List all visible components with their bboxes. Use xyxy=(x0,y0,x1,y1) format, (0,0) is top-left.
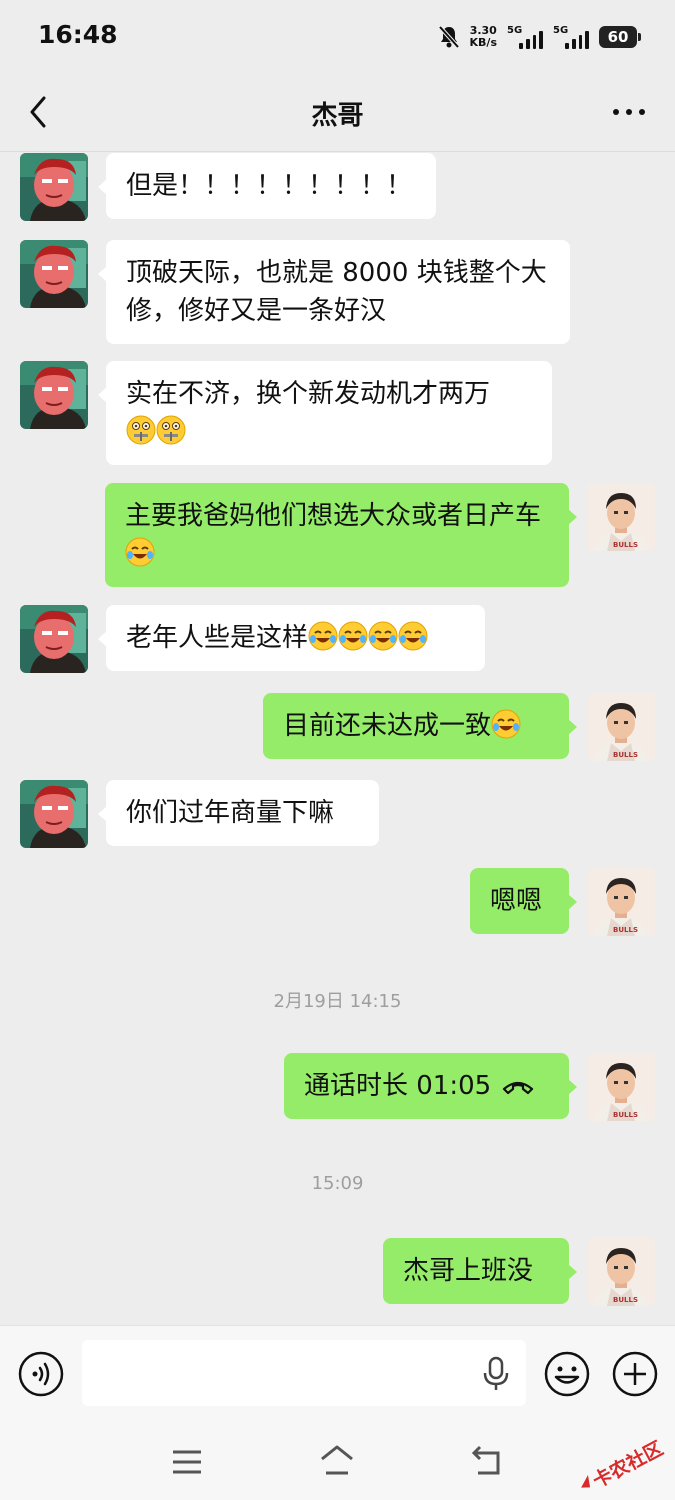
zipper-mouth-emoji-icon xyxy=(126,415,156,445)
avatar-self[interactable] xyxy=(587,1238,655,1306)
call-record-bubble[interactable]: 通话时长 01:05 xyxy=(284,1053,577,1119)
avatar-contact[interactable] xyxy=(20,240,88,308)
emoji-face-icon[interactable] xyxy=(543,1350,591,1398)
message-input[interactable] xyxy=(82,1340,526,1406)
plus-circle-icon[interactable] xyxy=(611,1350,659,1398)
message-bubble-incoming[interactable]: 老年人些是这样 xyxy=(98,605,485,671)
input-bar xyxy=(0,1325,675,1425)
avatar-contact[interactable] xyxy=(20,605,88,673)
avatar-contact[interactable] xyxy=(20,780,88,848)
home-icon[interactable] xyxy=(318,1443,356,1477)
message-text: 目前还未达成一致 xyxy=(283,711,492,741)
signal-label: 5G xyxy=(507,25,523,36)
joy-emoji-icon xyxy=(368,621,399,651)
more-dots-icon[interactable] xyxy=(611,102,647,122)
voice-icon[interactable] xyxy=(18,1351,64,1397)
watermark-text: 卡农社区 xyxy=(589,1437,667,1493)
avatar-self[interactable] xyxy=(587,693,655,761)
status-icons: 3.30 KB/s 5G 5G 60 xyxy=(438,22,641,52)
avatar-self[interactable] xyxy=(587,1053,655,1121)
chat-timestamp: 2月19日 14:15 xyxy=(273,991,402,1012)
message-text: 嗯嗯 xyxy=(490,886,543,916)
battery-icon: 60 xyxy=(599,26,641,48)
status-time: 16:48 xyxy=(38,20,118,49)
message-bubble-outgoing[interactable]: 杰哥上班没 xyxy=(383,1238,577,1304)
avatar-self[interactable] xyxy=(587,868,655,936)
message-bubble-incoming[interactable]: 顶破天际，也就是 8000 块钱整个大修，修好又是一条好汉 xyxy=(98,240,570,344)
message-text: 老年人些是这样 xyxy=(126,623,309,653)
zipper-mouth-emoji-icon xyxy=(156,415,186,445)
message-text: 通话时长 01:05 xyxy=(304,1071,492,1101)
avatar-contact[interactable] xyxy=(20,153,88,221)
message-bubble-incoming[interactable]: 但是！！！！！！！！！ xyxy=(98,153,436,219)
back-arrow-icon[interactable] xyxy=(470,1445,504,1477)
crying-laughing-emoji-icon xyxy=(125,537,155,567)
menu-icon[interactable] xyxy=(170,1447,204,1477)
message-text: 你们过年商量下嘛 xyxy=(126,798,335,828)
joy-emoji-icon xyxy=(338,621,369,651)
chat-header: 杰哥 xyxy=(0,72,675,152)
joy-emoji-icon xyxy=(398,621,429,651)
crying-laughing-emoji-icon xyxy=(491,709,522,739)
message-bubble-incoming[interactable]: 实在不济，换个新发动机才两万 xyxy=(98,361,552,465)
network-speed-unit: KB/s xyxy=(469,36,497,49)
message-text: 主要我爸妈他们想选大众或者日产车 xyxy=(125,501,542,531)
signal-label: 5G xyxy=(553,25,569,36)
message-text: 顶破天际，也就是 8000 块钱整个大修，修好又是一条好汉 xyxy=(126,258,547,326)
mute-bell-icon xyxy=(438,25,460,49)
avatar-contact[interactable] xyxy=(20,361,88,429)
message-text: 实在不济，换个新发动机才两万 xyxy=(126,379,491,409)
signal-icon: 5G xyxy=(553,25,589,49)
phone-hangup-icon xyxy=(503,1081,534,1095)
chat-title: 杰哥 xyxy=(311,101,364,131)
watermark-logo: 卡农社区 xyxy=(581,1437,667,1493)
system-nav-bar: 卡农社区 xyxy=(0,1425,675,1500)
avatar-self[interactable] xyxy=(587,483,655,551)
status-bar: 16:48 3.30 KB/s 5G 5G 60 xyxy=(0,0,675,72)
message-bubble-incoming[interactable]: 你们过年商量下嘛 xyxy=(98,780,379,846)
network-speed: 3.30 KB/s xyxy=(470,25,497,49)
microphone-icon[interactable] xyxy=(480,1356,512,1392)
message-list[interactable]: 但是！！！！！！！！！ 顶破天际，也就是 8000 块钱整个大修，修好又是一条好… xyxy=(0,153,675,1325)
message-text: 杰哥上班没 xyxy=(403,1256,534,1286)
chat-timestamp: 15:09 xyxy=(311,1173,364,1194)
message-bubble-outgoing[interactable]: 嗯嗯 xyxy=(470,868,577,934)
signal-icon: 5G xyxy=(507,25,543,49)
message-text: 但是！！！！！！！！！ xyxy=(126,171,413,201)
message-bubble-outgoing[interactable]: 主要我爸妈他们想选大众或者日产车 xyxy=(105,483,577,587)
message-bubble-outgoing[interactable]: 目前还未达成一致 xyxy=(263,693,577,759)
joy-emoji-icon xyxy=(308,621,339,651)
